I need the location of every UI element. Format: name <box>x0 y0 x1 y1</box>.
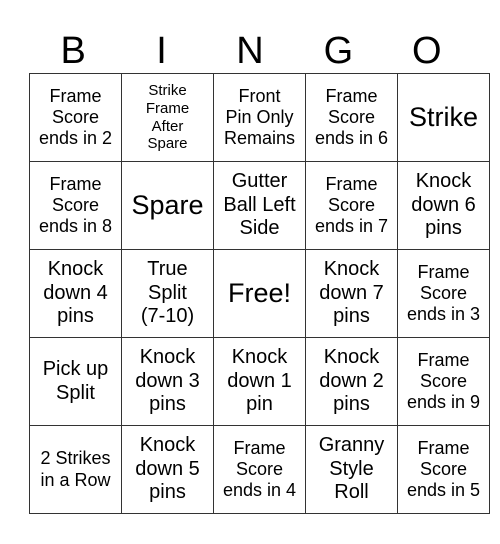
bingo-cell[interactable]: Granny Style Roll <box>305 425 398 514</box>
header-letter: B <box>60 30 86 72</box>
grid-row: Frame Score ends in 2 Strike Frame After… <box>29 73 490 162</box>
bingo-header: B I N G O <box>29 28 471 74</box>
bingo-cell[interactable]: Knock down 1 pin <box>213 337 306 426</box>
bingo-cell[interactable]: Strike Frame After Spare <box>121 73 214 162</box>
bingo-cell[interactable]: Frame Score ends in 6 <box>305 73 398 162</box>
bingo-cell[interactable]: Frame Score ends in 9 <box>397 337 490 426</box>
header-letter: I <box>156 30 167 72</box>
bingo-cell[interactable]: 2 Strikes in a Row <box>29 425 122 514</box>
header-letter: O <box>411 30 442 72</box>
header-letter: G <box>323 30 354 72</box>
bingo-cell[interactable]: Frame Score ends in 3 <box>397 249 490 338</box>
grid-row: 2 Strikes in a Row Knock down 5 pins Fra… <box>29 425 490 514</box>
bingo-grid: Frame Score ends in 2 Strike Frame After… <box>29 73 490 514</box>
bingo-cell[interactable]: Frame Score ends in 8 <box>29 161 122 250</box>
bingo-cell[interactable]: Frame Score ends in 5 <box>397 425 490 514</box>
bingo-cell[interactable]: Pick up Split <box>29 337 122 426</box>
bingo-cell[interactable]: Knock down 6 pins <box>397 161 490 250</box>
header-letter: N <box>236 30 264 72</box>
bingo-cell[interactable]: Strike <box>397 73 490 162</box>
bingo-cell[interactable]: Knock down 7 pins <box>305 249 398 338</box>
bingo-cell[interactable]: Knock down 2 pins <box>305 337 398 426</box>
bingo-cell[interactable]: True Split (7-10) <box>121 249 214 338</box>
grid-row: Pick up Split Knock down 3 pins Knock do… <box>29 337 490 426</box>
bingo-cell[interactable]: Knock down 5 pins <box>121 425 214 514</box>
bingo-cell[interactable]: Knock down 3 pins <box>121 337 214 426</box>
grid-row: Knock down 4 pins True Split (7-10) Free… <box>29 249 490 338</box>
bingo-cell[interactable]: Front Pin Only Remains <box>213 73 306 162</box>
bingo-cell[interactable]: Frame Score ends in 4 <box>213 425 306 514</box>
bingo-cell[interactable]: Gutter Ball Left Side <box>213 161 306 250</box>
free-cell[interactable]: Free! <box>213 249 306 338</box>
bingo-cell[interactable]: Frame Score ends in 7 <box>305 161 398 250</box>
bingo-cell[interactable]: Spare <box>121 161 214 250</box>
grid-row: Frame Score ends in 8 Spare Gutter Ball … <box>29 161 490 250</box>
bingo-cell[interactable]: Knock down 4 pins <box>29 249 122 338</box>
bingo-cell[interactable]: Frame Score ends in 2 <box>29 73 122 162</box>
